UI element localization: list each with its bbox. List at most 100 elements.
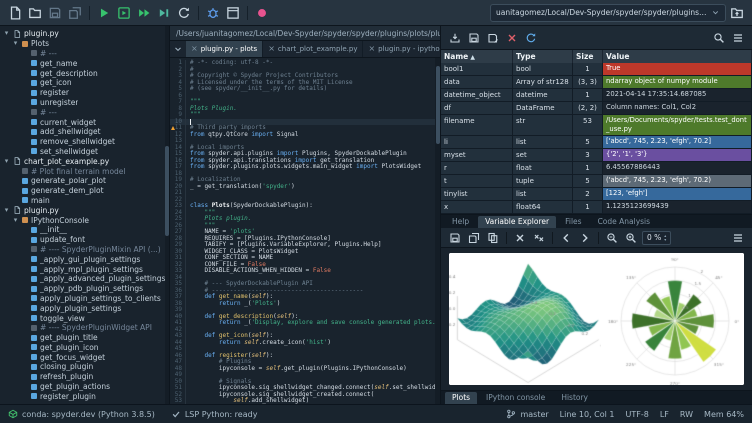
remove-variable-button[interactable] [504,30,520,46]
save-data-as-button[interactable] [485,30,501,46]
outline-item-plot-final-terrain-model[interactable]: # Plot final terrain model [0,166,169,176]
outline-item-get-name[interactable]: get_name [0,58,169,68]
outline-item-unregister[interactable]: unregister [0,98,169,108]
new-file-button[interactable] [6,4,24,22]
next-plot-button[interactable] [577,230,593,246]
remove-plot-button[interactable] [512,230,528,246]
collapse-arrow-icon[interactable]: ▾ [12,39,19,48]
import-data-button[interactable] [447,30,463,46]
open-file-button[interactable] [26,4,44,22]
browse-tabs-button[interactable] [170,41,186,57]
close-tab-icon[interactable]: × [191,45,198,53]
save-data-button[interactable] [466,30,482,46]
python-env-button[interactable] [253,4,271,22]
outline-item-item[interactable]: # --- [0,49,169,59]
refresh-variables-button[interactable] [523,30,539,46]
status-conda[interactable]: conda: spyder.dev (Python 3.8.5) [8,409,155,419]
column-header-value[interactable]: Value [603,50,752,63]
outline-item-init[interactable]: __init__ [0,225,169,235]
run-file-button[interactable] [95,4,113,22]
outline-scrollbar[interactable] [165,26,169,404]
outline-item-get-plugin-title[interactable]: get_plugin_title [0,333,169,343]
save-all-button[interactable] [66,4,84,22]
variable-row-r[interactable]: rfloat16.45567886443 [441,162,752,175]
pane-tab-help[interactable]: Help [445,216,476,228]
run-selection-button[interactable] [155,4,173,22]
pane-tab-history[interactable]: History [554,392,595,404]
outline-item-closing-plugin[interactable]: closing_plugin [0,362,169,372]
outline-item-apply-pdb-plugin-settings[interactable]: _apply_pdb_plugin_settings [0,284,169,294]
outline-item-plots[interactable]: ▾Plots [0,39,169,49]
zoom-in-button[interactable] [623,230,639,246]
outline-item-generate-dem-plot[interactable]: generate_dem_plot [0,186,169,196]
pane-tab-ipython-console[interactable]: IPython console [479,392,552,404]
remove-all-plots-button[interactable] [531,230,547,246]
re-run-cell-button[interactable] [175,4,193,22]
status-rw[interactable]: RW [680,410,693,419]
zoom-out-button[interactable] [604,230,620,246]
column-header-size[interactable]: Size [573,50,603,63]
outline-item-toggle-view[interactable]: toggle_view [0,313,169,323]
outline-item-apply-mpl-plugin-settings[interactable]: _apply_mpl_plugin_settings [0,264,169,274]
outline-item-spyderpluginmixin-api[interactable]: # ---- SpyderPluginMixin API (...) [0,245,169,255]
debug-file-button[interactable] [204,4,222,22]
close-tab-icon[interactable]: × [368,45,375,53]
editor-tab-plugin-py-plots[interactable]: ×plugin.py - plots [186,41,263,57]
options-menu-button[interactable] [730,30,746,46]
maximize-pane-button[interactable] [224,4,242,22]
variable-row-datetime-object[interactable]: datetime_objectdatetime12021-04-14 17:35… [441,89,752,102]
working-directory-combobox[interactable]: uanitagomez/Local/Dev-Spyder/spyder/spyd… [490,4,726,22]
status-utf-8[interactable]: UTF-8 [626,410,649,419]
outline-item-apply-plugin-settings[interactable]: apply_plugin_settings [0,303,169,313]
run-cell-and-advance-button[interactable] [135,4,153,22]
collapse-arrow-icon[interactable]: ▾ [3,29,10,38]
status-mem-64[interactable]: Mem 64% [704,410,744,419]
pane-tab-variable-explorer[interactable]: Variable Explorer [478,216,556,228]
outline-item-refresh-plugin[interactable]: refresh_plugin [0,372,169,382]
scrollbar-thumb[interactable] [165,146,169,236]
column-header-name[interactable]: Name ▲ [441,50,513,63]
zoom-level-spinbox[interactable]: 0 %▴▾ [642,231,671,245]
outline-item-update-font[interactable]: update_font [0,235,169,245]
outline-item-get-plugin-actions[interactable]: get_plugin_actions [0,382,169,392]
outline-item-set-shellwidget[interactable]: set_shellwidget [0,147,169,157]
collapse-arrow-icon[interactable]: ▾ [3,206,10,215]
collapse-arrow-icon[interactable]: ▾ [3,157,10,166]
status-lsp-python[interactable]: LSP Python: ready [171,409,258,419]
outline-item-get-focus-widget[interactable]: get_focus_widget [0,352,169,362]
outline-item-register-plugin[interactable]: register_plugin [0,391,169,401]
code-editor[interactable]: 1# -*- coding: utf-8 -*-2#3# Copyright ©… [170,58,440,404]
variable-row-tinylist[interactable]: tinylistlist2[123, 'efgh'] [441,188,752,201]
save-file-button[interactable] [46,4,64,22]
variable-row-bool1[interactable]: bool1bool1True [441,63,752,76]
editor-tab-chart-plot-example-py[interactable]: ×chart_plot_example.py [263,41,363,57]
outline-item-chart-plot-example-py[interactable]: ▾chart_plot_example.py [0,156,169,166]
outline-item-get-icon[interactable]: get_icon [0,78,169,88]
collapse-arrow-icon[interactable]: ▾ [12,216,19,225]
variable-row-li[interactable]: lilist5['abcd', 745, 2.23, 'efgh', 70.2] [441,136,752,149]
pane-tab-code-analysis[interactable]: Code Analysis [591,216,658,228]
pane-tab-plots[interactable]: Plots [445,392,477,404]
column-header-type[interactable]: Type [513,50,573,63]
outline-item-register[interactable]: register [0,88,169,98]
outline-item-remove-shellwidget[interactable]: remove_shellwidget [0,137,169,147]
status-lf[interactable]: LF [660,410,669,419]
outline-item-apply-advanced-plugin-settings[interactable]: _apply_advanced_plugin_settings [0,274,169,284]
browse-working-directory-button[interactable] [728,4,746,22]
previous-plot-button[interactable] [558,230,574,246]
outline-item-generate-polar-plot[interactable]: generate_polar_plot [0,176,169,186]
variable-row-t[interactable]: ttuple5('abcd', 745, 2.23, 'efgh', 70.2) [441,175,752,188]
search-variables-button[interactable] [711,30,727,46]
variable-row-myset[interactable]: mysetset3{'2', '1', '3'} [441,149,752,162]
outline-item-spyderpluginwidget-api[interactable]: # ---- SpyderPluginWidget API [0,323,169,333]
run-cell-button[interactable] [115,4,133,22]
outline-item-apply-plugin-settings-to-clients[interactable]: apply_plugin_settings_to_clients [0,294,169,304]
outline-item-apply-gui-plugin-settings[interactable]: _apply_gui_plugin_settings [0,254,169,264]
outline-item-item[interactable]: # --- [0,107,169,117]
editor-scrollbar[interactable] [435,58,440,404]
outline-item-main[interactable]: main [0,196,169,206]
spinner-arrows-icon[interactable]: ▴▾ [664,234,666,242]
outline-item-get-description[interactable]: get_description [0,68,169,78]
status-master[interactable]: master [506,409,548,419]
variable-row-filename[interactable]: filenamestr53/Users/Documents/spyder/tes… [441,115,752,136]
